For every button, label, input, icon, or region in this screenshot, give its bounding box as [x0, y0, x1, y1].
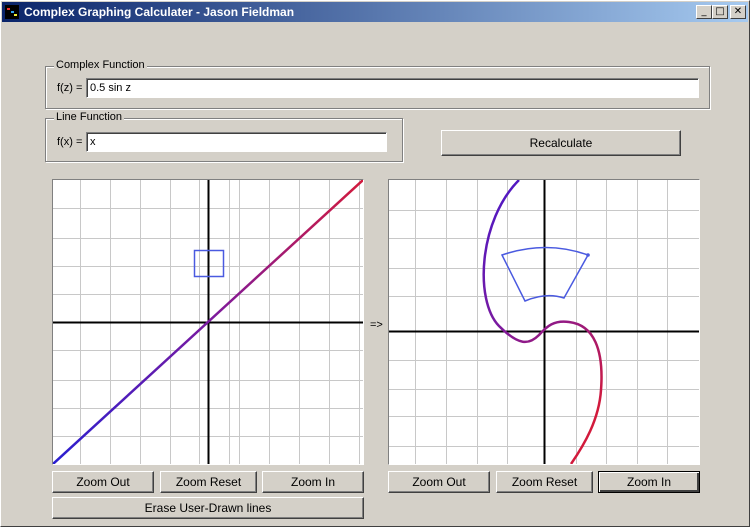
window-title: Complex Graphing Calculater - Jason Fiel… — [24, 5, 295, 19]
right-zoom-in-button[interactable]: Zoom In — [598, 471, 700, 493]
line-function-input[interactable] — [86, 132, 387, 152]
main-window: Complex Graphing Calculater - Jason Fiel… — [0, 0, 750, 527]
recalculate-button[interactable]: Recalculate — [441, 130, 681, 156]
line-function-label: f(x) = — [57, 136, 83, 148]
maximize-button[interactable]: □ — [712, 5, 728, 19]
close-button[interactable]: ✕ — [730, 5, 746, 19]
right-zoom-out-button[interactable]: Zoom Out — [388, 471, 490, 493]
title-bar[interactable]: Complex Graphing Calculater - Jason Fiel… — [2, 2, 748, 22]
mapping-arrow: => — [370, 319, 383, 331]
complex-function-legend: Complex Function — [54, 59, 147, 71]
line-function-legend: Line Function — [54, 111, 125, 123]
minimize-button[interactable]: _ — [696, 5, 712, 19]
app-icon — [5, 5, 19, 19]
input-plane-plot[interactable] — [52, 179, 364, 465]
output-plane-plot[interactable] — [388, 179, 700, 465]
complex-function-input[interactable] — [86, 78, 699, 98]
left-zoom-out-button[interactable]: Zoom Out — [52, 471, 154, 493]
erase-lines-button[interactable]: Erase User-Drawn lines — [52, 497, 364, 519]
mapped-selection-endpoint — [586, 253, 590, 257]
complex-function-label: f(z) = — [57, 82, 83, 94]
output-image-curve — [482, 180, 603, 464]
left-zoom-reset-button[interactable]: Zoom Reset — [160, 471, 257, 493]
right-zoom-reset-button[interactable]: Zoom Reset — [496, 471, 593, 493]
left-zoom-in-button[interactable]: Zoom In — [262, 471, 364, 493]
